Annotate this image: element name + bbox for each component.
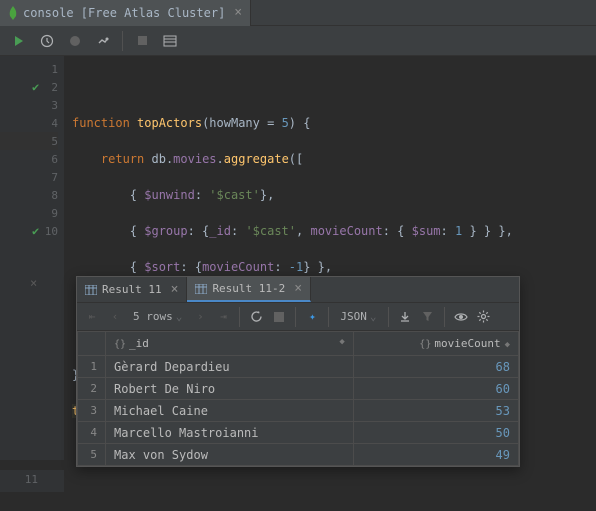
explain-button[interactable] [62,29,88,53]
close-icon[interactable]: × [234,5,242,20]
table-row[interactable]: 1Gèrard Depardieu68 [78,356,519,378]
settings-button[interactable] [90,29,116,53]
line-number: ✔10 [0,222,58,240]
editor-toolbar [0,26,596,56]
filter-button[interactable] [417,306,439,328]
table-icon [85,285,97,295]
code-line: { $sort: {movieCount: -1} }, [72,258,588,276]
result-tab[interactable]: Result 11-2 × [187,277,311,302]
code-line: { $unwind: '$cast'}, [72,186,588,204]
table-icon [195,284,207,294]
line-number: 1 [0,60,58,78]
line-number: 6 [0,150,58,168]
separator [328,307,329,327]
refresh-button[interactable] [245,306,267,328]
line-number: ✔2 [0,78,58,96]
run-button[interactable] [6,29,32,53]
check-icon: ✔ [32,224,39,238]
row-count-selector[interactable]: 5 rows⌄ [127,310,188,323]
view-mode-selector[interactable]: JSON⌄ [334,310,382,323]
line-number: 9 [0,204,58,222]
history-button[interactable] [34,29,60,53]
column-header-id[interactable]: {}_id◆ [106,332,354,356]
result-tab[interactable]: Result 11 × [77,277,187,302]
results-tabs: Result 11 × Result 11-2 × [77,277,519,303]
line-number: 5 [0,132,58,150]
separator [295,307,296,327]
code-line: function topActors(howMany = 5) { [72,114,588,132]
separator [388,307,389,327]
line-number: 3 [0,96,58,114]
gutter: 11 [0,470,64,492]
code-line: return db.movies.aggregate([ [72,150,588,168]
code-line: { $group: {_id: '$cast', movieCount: { $… [72,222,588,240]
editor-tab-bar: console [Free Atlas Cluster] × [0,0,596,26]
close-icon[interactable]: × [30,276,37,290]
next-page-button[interactable]: › [189,306,211,328]
results-body: 1Gèrard Depardieu68 2Robert De Niro60 3M… [78,356,519,466]
separator [239,307,240,327]
settings-button[interactable] [473,306,495,328]
table-row[interactable]: 2Robert De Niro60 [78,378,519,400]
mongodb-icon [8,6,18,20]
table-row[interactable]: 3Michael Caine53 [78,400,519,422]
first-page-button[interactable]: ⇤ [81,306,103,328]
result-tab-label: Result 11-2 [212,282,285,295]
last-page-button[interactable]: ⇥ [212,306,234,328]
line-number: 8 [0,186,58,204]
gutter: 1 ✔2 3 4 5 6 7 8 9 ✔10 [0,56,64,460]
line-number: 11 [0,470,64,488]
check-icon: ✔ [32,80,39,94]
column-header-count[interactable]: {}movieCount◆ [353,332,518,356]
results-panel: Result 11 × Result 11-2 × ⇤ ‹ 5 rows⌄ › … [76,276,520,467]
stop-button[interactable] [268,306,290,328]
prev-page-button[interactable]: ‹ [104,306,126,328]
separator [444,307,445,327]
add-row-button[interactable]: ✦ [301,306,323,328]
stop-button[interactable] [129,29,155,53]
results-toolbar: ⇤ ‹ 5 rows⌄ › ⇥ ✦ JSON⌄ [77,303,519,331]
table-row[interactable]: 5Max von Sydow49 [78,444,519,466]
export-button[interactable] [394,306,416,328]
result-tab-label: Result 11 [102,283,162,296]
line-number: 4 [0,114,58,132]
code-line [72,78,588,96]
editor-tab[interactable]: console [Free Atlas Cluster] × [0,0,251,26]
view-button[interactable] [157,29,183,53]
table-row[interactable]: 4Marcello Mastroianni50 [78,422,519,444]
separator [122,31,123,51]
line-number: 7 [0,168,58,186]
tab-title: console [Free Atlas Cluster] [23,6,225,20]
preview-button[interactable] [450,306,472,328]
results-table: {}_id◆ {}movieCount◆ 1Gèrard Depardieu68… [77,331,519,466]
row-num-header[interactable] [78,332,106,356]
close-icon[interactable]: × [294,281,302,296]
close-icon[interactable]: × [171,282,179,297]
